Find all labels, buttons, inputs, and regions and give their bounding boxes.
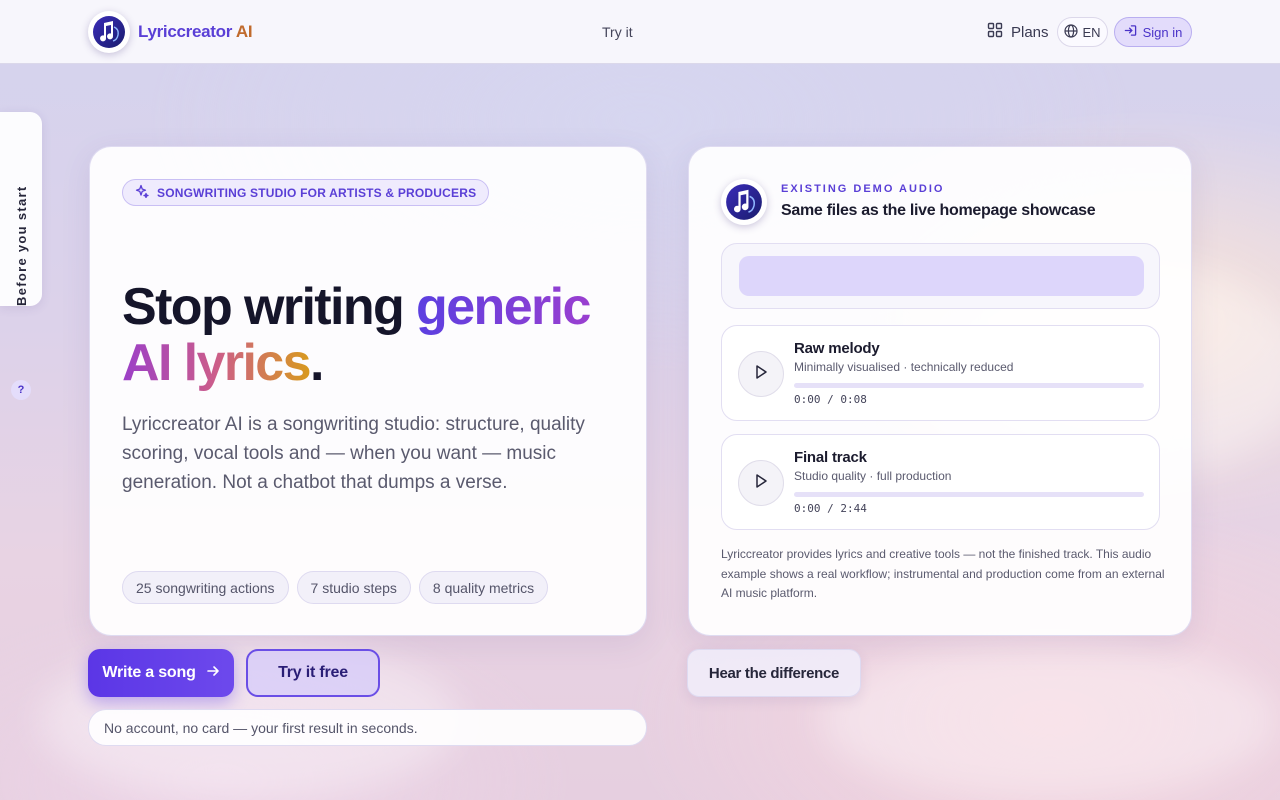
sparkle-icon bbox=[135, 184, 157, 201]
brand-logo-link[interactable]: Lyriccreator AI bbox=[88, 11, 253, 53]
stats-chips: 25 songwriting actions 7 studio steps 8 … bbox=[122, 571, 549, 604]
nav-try-it-link[interactable]: Try it bbox=[602, 24, 633, 40]
try-it-free-button[interactable]: Try it free bbox=[246, 649, 380, 697]
arrow-right-icon bbox=[196, 664, 220, 683]
waveform-panel bbox=[721, 243, 1160, 309]
hero-description: Lyriccreator AI is a songwriting studio:… bbox=[122, 414, 585, 493]
hero-headline: Stop writing generic AI lyrics. bbox=[122, 279, 642, 391]
top-navigation: Lyriccreator AI Try it Plans EN Sign in bbox=[0, 0, 1280, 64]
track-subtitle: Minimally visualised · technically reduc… bbox=[794, 360, 1014, 374]
track-name: Raw melody bbox=[794, 340, 880, 357]
play-icon bbox=[754, 473, 768, 494]
language-switcher[interactable]: EN bbox=[1057, 17, 1108, 47]
grid-icon bbox=[987, 22, 1011, 42]
audio-track-final: Final track Studio quality · full produc… bbox=[721, 434, 1160, 530]
hero-card: SONGWRITING STUDIO FOR ARTISTS & PRODUCE… bbox=[89, 146, 647, 636]
play-button[interactable] bbox=[738, 351, 784, 397]
play-icon bbox=[754, 364, 768, 385]
plans-label: Plans bbox=[1011, 23, 1049, 41]
headline-period: . bbox=[309, 334, 324, 392]
track-time: 0:00 / 0:08 bbox=[794, 393, 867, 406]
track-progress-bar[interactable] bbox=[794, 383, 1144, 388]
language-label: EN bbox=[1082, 24, 1101, 40]
stat-chip: 8 quality metrics bbox=[418, 571, 549, 604]
brand-name: Lyriccreator AI bbox=[138, 22, 253, 41]
music-note-head-icon bbox=[721, 179, 767, 225]
write-a-song-button[interactable]: Write a song bbox=[88, 649, 234, 697]
headline-highlight: generic bbox=[416, 278, 591, 336]
background-cloud bbox=[820, 640, 1280, 800]
demo-footnote: Lyriccreator provides lyrics and creativ… bbox=[721, 547, 1165, 600]
hero-tag: SONGWRITING STUDIO FOR ARTISTS & PRODUCE… bbox=[122, 179, 490, 206]
demo-title: Same files as the live homepage showcase bbox=[781, 202, 1096, 219]
help-icon[interactable]: ? bbox=[11, 380, 31, 400]
globe-icon bbox=[1064, 23, 1082, 41]
headline-highlight: AI lyrics bbox=[122, 334, 312, 392]
sign-in-label: Sign in bbox=[1142, 24, 1183, 40]
before-you-start-label: Before you start bbox=[14, 185, 29, 307]
sign-in-icon bbox=[1124, 24, 1143, 40]
track-subtitle: Studio quality · full production bbox=[794, 469, 952, 483]
demo-kicker: EXISTING DEMO AUDIO bbox=[781, 183, 945, 195]
write-a-song-label: Write a song bbox=[102, 664, 196, 681]
hero-tag-label: SONGWRITING STUDIO FOR ARTISTS & PRODUCE… bbox=[157, 185, 477, 200]
no-account-note: No account, no card — your first result … bbox=[88, 709, 647, 746]
plans-link[interactable]: Plans bbox=[987, 22, 1049, 42]
track-time: 0:00 / 2:44 bbox=[794, 502, 867, 515]
stat-chip: 25 songwriting actions bbox=[122, 571, 289, 604]
audio-track-raw-melody: Raw melody Minimally visualised · techni… bbox=[721, 325, 1160, 421]
waveform-placeholder bbox=[739, 256, 1144, 296]
hear-the-difference-button[interactable]: Hear the difference bbox=[687, 649, 861, 697]
track-progress-bar[interactable] bbox=[794, 492, 1144, 497]
music-note-head-icon bbox=[88, 11, 130, 53]
demo-audio-card: EXISTING DEMO AUDIO Same files as the li… bbox=[688, 146, 1192, 636]
sign-in-button[interactable]: Sign in bbox=[1114, 17, 1192, 47]
headline-part: Stop writing bbox=[122, 278, 417, 336]
before-you-start-tab[interactable]: Before you start ? bbox=[0, 112, 42, 400]
play-button[interactable] bbox=[738, 460, 784, 506]
track-name: Final track bbox=[794, 449, 867, 466]
stat-chip: 7 studio steps bbox=[296, 571, 411, 604]
